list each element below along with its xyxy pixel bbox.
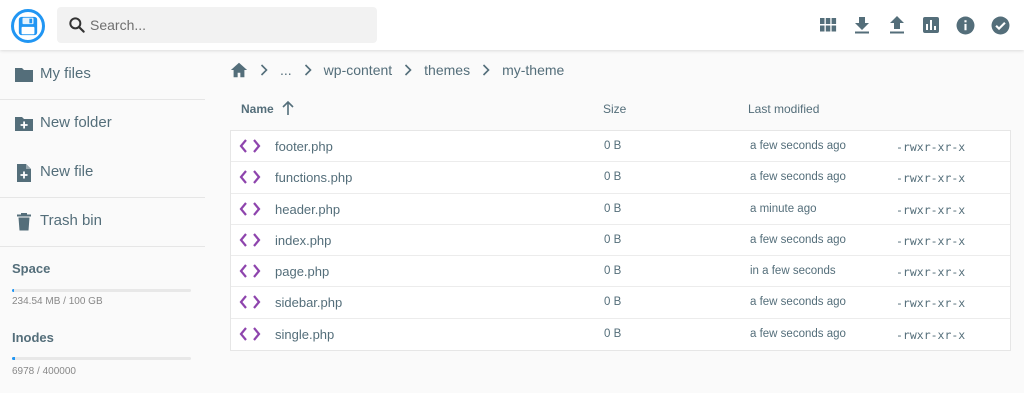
file-size: 0 B — [604, 296, 622, 309]
code-file-icon — [239, 295, 261, 310]
file-size: 0 B — [604, 202, 622, 215]
floppy-logo-icon — [18, 16, 38, 36]
file-list: footer.php 0 B a few seconds ago -rwxr-xr-x… — [230, 130, 1011, 352]
list-header: Name Size Last modified — [230, 98, 1011, 122]
upload-icon — [890, 16, 904, 34]
file-modified: a few seconds ago — [750, 233, 846, 246]
grid-view-icon — [820, 18, 837, 32]
search-box[interactable] — [57, 7, 377, 43]
file-modified: a few seconds ago — [750, 171, 846, 184]
sidebar-item-label: New file — [40, 163, 94, 180]
file-size: 0 B — [604, 265, 622, 278]
inodes-title: Inodes — [12, 330, 54, 345]
inodes-progress-fill — [12, 357, 16, 360]
search-icon — [69, 17, 85, 33]
inodes-progress-bar — [12, 357, 191, 360]
inodes-usage-text: 6978 / 400000 — [12, 366, 76, 377]
divider — [0, 246, 205, 247]
space-title: Space — [12, 261, 51, 276]
file-name: single.php — [275, 326, 335, 342]
info-icon — [956, 16, 974, 34]
disk-usage-button[interactable] — [919, 13, 943, 37]
upload-button[interactable] — [885, 13, 909, 37]
breadcrumb-item-ellipsis[interactable]: ... — [280, 62, 292, 78]
chevron-right-icon — [260, 64, 268, 76]
chevron-right-icon — [483, 64, 490, 76]
top-bar — [0, 0, 1024, 50]
sidebar-item-label: New folder — [40, 114, 112, 131]
file-modified: a minute ago — [750, 202, 817, 215]
grid-view-button[interactable] — [816, 13, 840, 37]
download-icon — [855, 17, 869, 34]
column-header-name[interactable]: Name — [241, 102, 274, 116]
column-header-size[interactable]: Size — [603, 102, 626, 116]
file-size: 0 B — [604, 140, 622, 152]
file-row[interactable]: index.php 0 B a few seconds ago -rwxr-xr-x — [231, 225, 1010, 257]
file-name: index.php — [275, 232, 332, 248]
file-size: 0 B — [604, 233, 622, 246]
space-progress-fill — [12, 289, 15, 292]
file-permissions: -rwxr-xr-x — [896, 265, 966, 280]
file-modified: in a few seconds — [750, 265, 836, 278]
breadcrumb-item-themes[interactable]: themes — [424, 62, 470, 78]
space-progress-bar — [12, 289, 191, 292]
file-name: header.php — [275, 201, 341, 217]
column-header-last-modified[interactable]: Last modified — [748, 102, 819, 116]
file-modified: a few seconds ago — [750, 296, 846, 309]
space-usage-text: 234.54 MB / 100 GB — [12, 296, 103, 307]
info-button[interactable] — [953, 13, 977, 37]
bar-chart-icon — [923, 17, 939, 33]
code-file-icon — [239, 170, 261, 185]
download-button[interactable] — [850, 13, 874, 37]
file-permissions: -rwxr-xr-x — [896, 296, 966, 311]
file-name: page.php — [275, 264, 330, 280]
sidebar-item-trash-bin[interactable]: Trash bin — [0, 197, 205, 246]
file-row[interactable]: sidebar.php 0 B a few seconds ago -rwxr-xr-… — [231, 287, 1010, 319]
file-size: 0 B — [604, 327, 622, 340]
file-permissions: -rwxr-xr-x — [896, 171, 966, 186]
file-plus-icon — [17, 164, 31, 182]
file-row[interactable]: footer.php 0 B a few seconds ago -rwxr-xr-x — [231, 131, 1010, 163]
file-size: 0 B — [604, 171, 622, 184]
sort-ascending-arrow-icon[interactable] — [281, 100, 295, 116]
chevron-right-icon — [304, 64, 312, 76]
breadcrumb-item-my-theme[interactable]: my-theme — [502, 62, 564, 78]
sidebar-item-new-folder[interactable]: New folder — [0, 99, 205, 148]
file-permissions: -rwxr-xr-x — [896, 233, 966, 248]
file-name: footer.php — [275, 139, 333, 154]
sidebar-item-new-file[interactable]: New file — [0, 148, 205, 197]
file-permissions: -rwxr-xr-x — [896, 327, 966, 342]
breadcrumb-item-wp-content[interactable]: wp-content — [324, 62, 392, 78]
check-circle-icon — [991, 16, 1009, 34]
code-file-icon — [239, 327, 261, 341]
file-modified: a few seconds ago — [750, 140, 846, 152]
folder-plus-icon — [15, 117, 33, 131]
code-file-icon — [239, 139, 261, 153]
file-permissions: -rwxr-xr-x — [896, 140, 966, 154]
code-file-icon — [239, 233, 261, 247]
file-row[interactable]: header.php 0 B a minute ago -rwxr-xr-x — [231, 194, 1010, 225]
file-row[interactable]: functions.php 0 B a few seconds ago -rwxr-x… — [231, 162, 1010, 194]
file-row[interactable]: single.php 0 B a few seconds ago -rwxr-xr-x — [231, 319, 1010, 350]
trash-icon — [17, 213, 31, 231]
chevron-right-icon — [405, 64, 412, 76]
search-input[interactable] — [90, 7, 370, 43]
file-name: sidebar.php — [275, 295, 343, 311]
sidebar-item-my-files[interactable]: My files — [0, 50, 205, 99]
folder-icon — [15, 68, 33, 82]
breadcrumb: ... wp-content themes my-theme — [230, 58, 564, 82]
sidebar-item-label: My files — [40, 65, 91, 82]
code-file-icon — [239, 264, 261, 278]
file-modified: a few seconds ago — [750, 327, 846, 340]
home-icon[interactable] — [230, 61, 248, 79]
sidebar: My files New folder New file Trash bin S… — [0, 50, 205, 393]
app-logo[interactable] — [11, 9, 45, 43]
code-file-icon — [239, 201, 261, 216]
file-name: functions.php — [275, 170, 353, 186]
file-permissions: -rwxr-xr-x — [896, 202, 966, 217]
sidebar-item-label: Trash bin — [40, 212, 102, 229]
select-all-button[interactable] — [988, 13, 1012, 37]
file-row[interactable]: page.php 0 B in a few seconds -rwxr-xr-x — [231, 256, 1010, 288]
